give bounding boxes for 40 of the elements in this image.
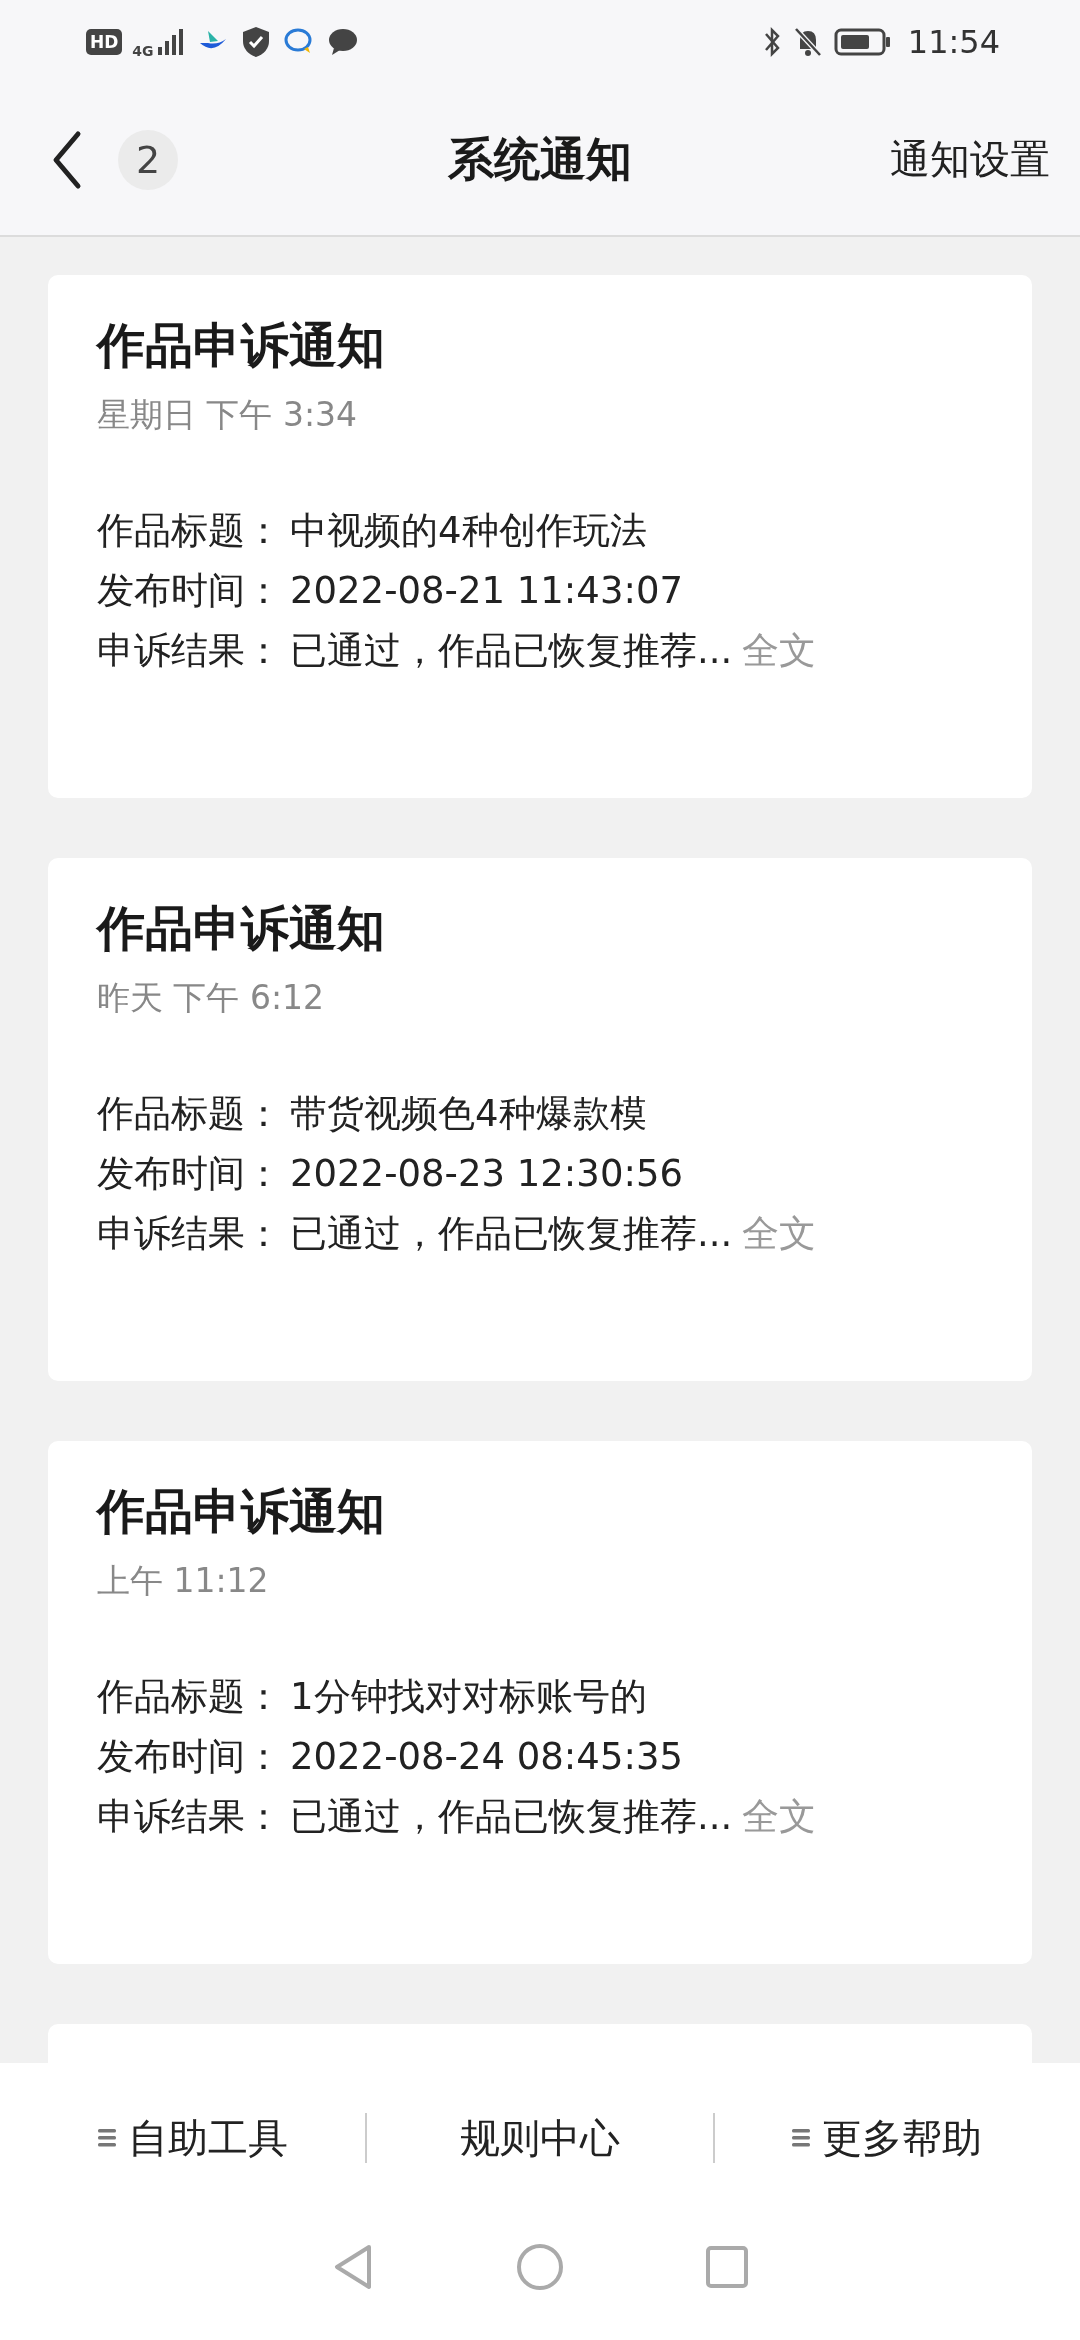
field-value: 已通过，作品已恢复推荐... [290, 1211, 733, 1257]
recents-nav-icon[interactable] [705, 2244, 750, 2289]
field-label: 申诉结果： [97, 628, 282, 674]
field-value: 2022-08-23 12:30:56 [290, 1151, 683, 1197]
field-label: 发布时间： [97, 1151, 282, 1197]
field-label: 申诉结果： [97, 1211, 282, 1257]
bottom-tab[interactable]: 自助工具 [127, 2110, 288, 2166]
field-value: 中视频的4种创作玩法 [290, 508, 647, 554]
network-label: 4G [132, 43, 154, 59]
field-label: 申诉结果： [97, 1794, 282, 1840]
unread-count-badge: 2 [118, 129, 178, 190]
notification-time: 星期日 下午 3:34 [97, 394, 359, 436]
home-nav-icon[interactable] [516, 2242, 564, 2291]
notification-title: 作品申诉通知 [97, 1482, 386, 1541]
clock-time: 11:54 [907, 23, 1000, 61]
notification-card[interactable]: 作品申诉通知 上午 11:12 作品标题： 1分钟找对对标账号的 发布时间： 2022-08-24 08:45:35 申诉结果： 已通过，作品已恢复推荐... 全文 [48, 1441, 1032, 1964]
field-label: 作品标题： [97, 1674, 282, 1720]
field-label: 发布时间： [97, 568, 282, 614]
field-value: 1分钟找对对标账号的 [290, 1674, 647, 1720]
field-label: 发布时间： [97, 1734, 282, 1780]
field-label: 作品标题： [97, 1091, 282, 1137]
field-label: 作品标题： [97, 508, 282, 554]
notification-title: 作品申诉通知 [97, 899, 386, 958]
bottom-tab[interactable]: 更多帮助 [822, 2110, 983, 2166]
notification-card[interactable]: 作品申诉通知 昨天 下午 6:12 作品标题： 带货视频色4种爆款模 发布时间： 2022-08-23 12:30:56 申诉结果： 已通过，作品已恢复推荐... 全文 [48, 858, 1032, 1381]
field-value: 2022-08-21 11:43:07 [290, 568, 683, 614]
notification-time: 上午 11:12 [97, 1560, 270, 1602]
signal-icon [155, 27, 186, 57]
notification-time: 昨天 下午 6:12 [97, 977, 326, 1019]
field-value: 带货视频色4种爆款模 [290, 1091, 647, 1137]
field-value: 已通过，作品已恢复推荐... [290, 1794, 733, 1840]
bottom-tab[interactable]: 规则中心 [460, 2110, 620, 2166]
hd-badge: HD [86, 29, 123, 55]
notification-card[interactable]: 作品申诉通知 星期日 下午 3:34 作品标题： 中视频的4种创作玩法 发布时间： 2022-08-21 11:43:07 申诉结果： 已通过，作品已恢复推荐... 全文 [48, 275, 1032, 798]
notification-settings-link[interactable]: 通知设置 [890, 132, 1050, 187]
field-value: 已通过，作品已恢复推荐... [290, 628, 733, 674]
notification-title: 作品申诉通知 [97, 316, 386, 375]
field-value: 2022-08-24 08:45:35 [290, 1734, 683, 1780]
battery-icon [833, 27, 892, 57]
page-title: 系统通知 [448, 130, 632, 188]
